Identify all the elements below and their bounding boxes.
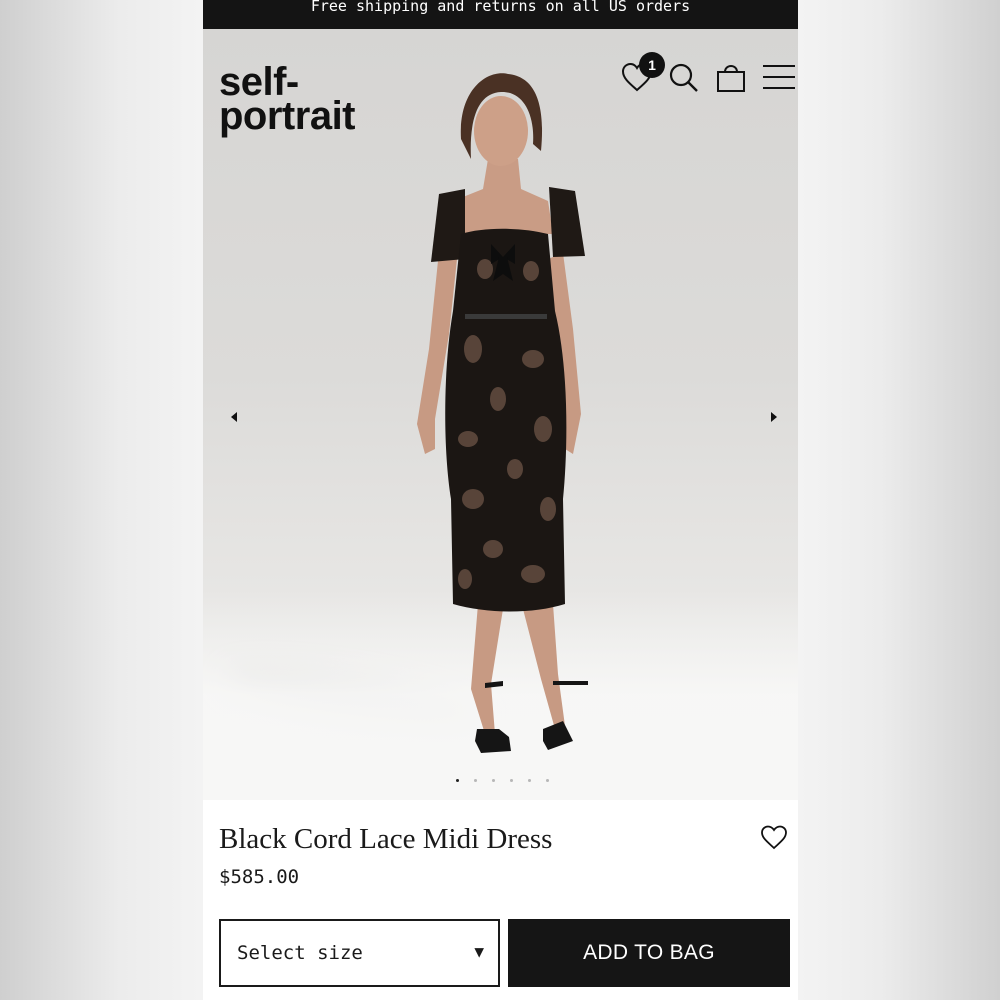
product-image-gallery[interactable]: self- portrait 1 <box>203 29 798 800</box>
search-icon[interactable] <box>665 59 701 95</box>
wishlist-count-badge: 1 <box>639 52 665 78</box>
product-page: Free shipping and returns on all US orde… <box>203 0 798 1000</box>
promo-banner: Free shipping and returns on all US orde… <box>203 0 798 29</box>
pagination-dot[interactable] <box>492 779 495 782</box>
pagination-dot[interactable] <box>510 779 513 782</box>
bag-icon[interactable] <box>713 59 749 95</box>
gallery-pagination <box>453 779 563 787</box>
pagination-dot[interactable] <box>474 779 477 782</box>
chevron-down-icon: ▼ <box>474 942 484 961</box>
brand-logo[interactable]: self- portrait <box>219 62 356 138</box>
add-to-bag-button[interactable]: ADD TO BAG <box>508 919 790 987</box>
logo-line-2: portrait <box>219 94 356 138</box>
menu-icon[interactable] <box>760 59 796 95</box>
add-to-wishlist-heart-icon[interactable] <box>759 822 789 852</box>
pagination-dot[interactable] <box>528 779 531 782</box>
caret-left-icon[interactable] <box>225 407 245 427</box>
caret-right-icon[interactable] <box>763 407 783 427</box>
product-photo <box>417 73 588 753</box>
pagination-dot[interactable] <box>546 779 549 782</box>
product-info: Black Cord Lace Midi Dress $585.00 Selec… <box>203 800 798 1000</box>
size-select-label: Select size <box>237 942 363 964</box>
product-title: Black Cord Lace Midi Dress <box>219 823 553 855</box>
size-select[interactable]: Select size ▼ <box>219 919 500 987</box>
pagination-dot[interactable] <box>456 779 459 782</box>
promo-text: Free shipping and returns on all US orde… <box>310 0 691 15</box>
product-price: $585.00 <box>219 866 300 888</box>
